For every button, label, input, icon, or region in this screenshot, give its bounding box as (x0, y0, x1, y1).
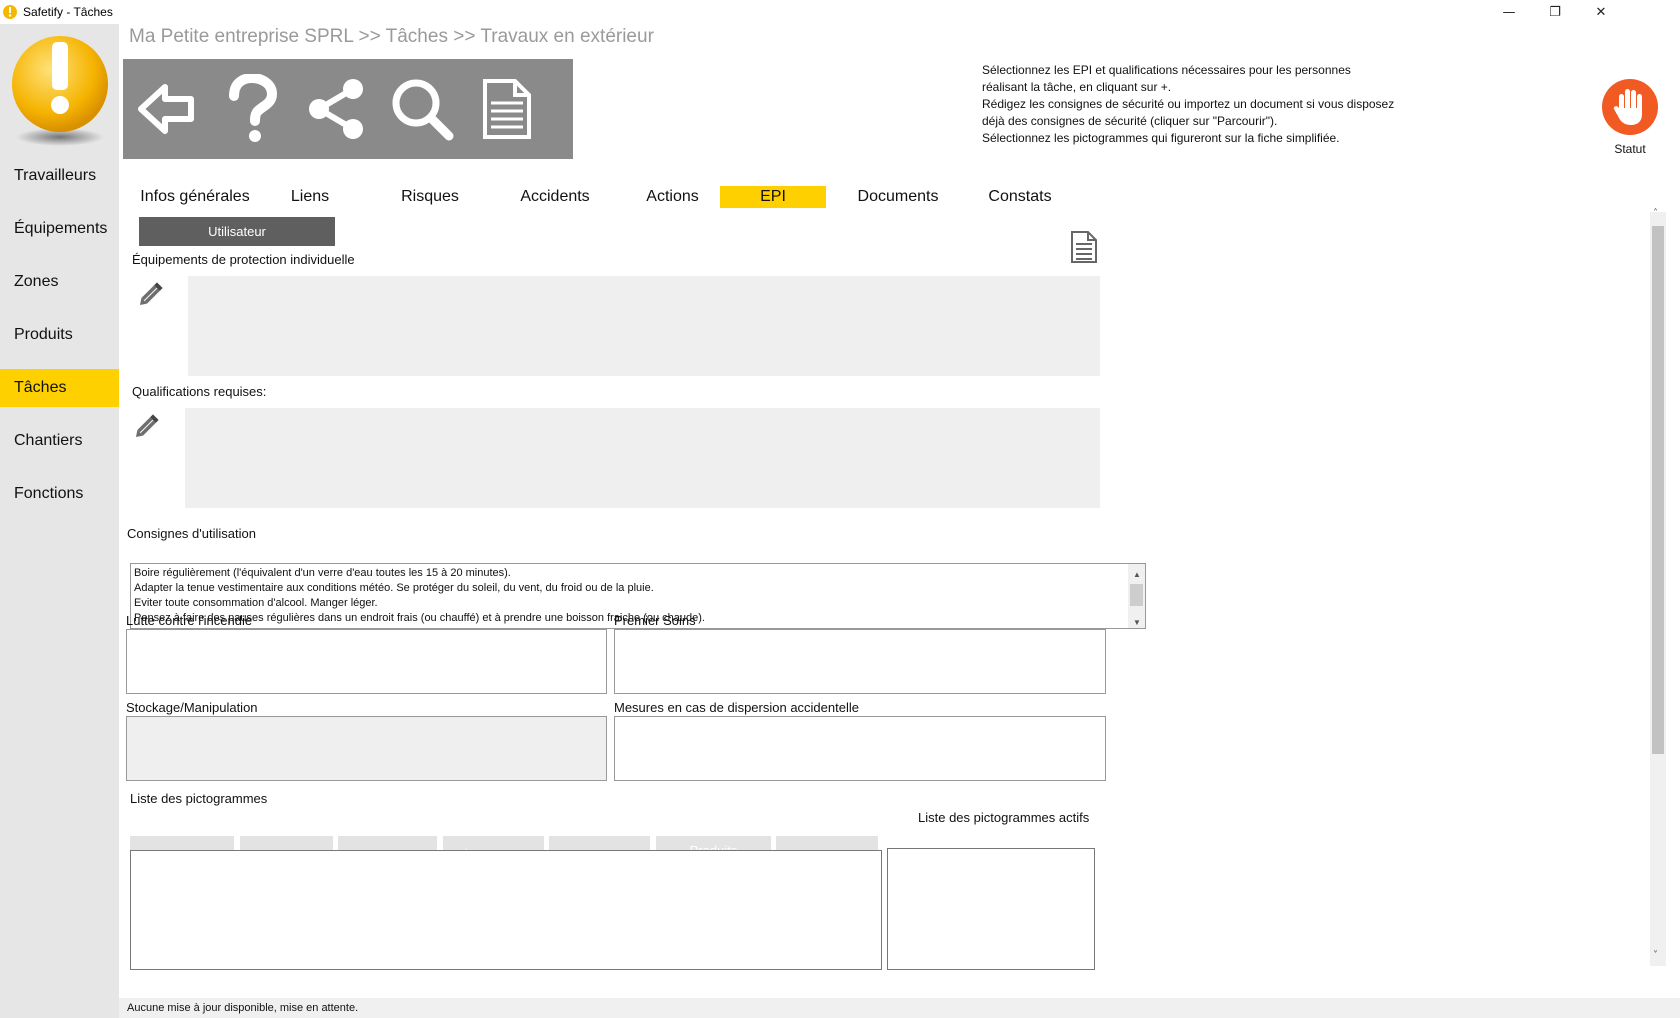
search-button[interactable] (382, 69, 462, 149)
scroll-thumb[interactable] (1130, 584, 1143, 606)
tab-infos-generales[interactable]: Infos générales (130, 186, 260, 208)
pencil-icon[interactable] (137, 278, 167, 308)
qualifications-label: Qualifications requises: (132, 384, 267, 399)
scroll-thumb[interactable] (1652, 226, 1664, 754)
scroll-down-icon[interactable]: ▼ (1133, 615, 1141, 628)
qualifications-list[interactable] (185, 408, 1100, 508)
scroll-up-icon[interactable]: ˄ (1653, 208, 1658, 219)
statut-control[interactable]: Statut (1595, 78, 1665, 156)
consignes-line: Boire régulièrement (l'équivalent d'un v… (134, 567, 511, 579)
lutte-field[interactable] (126, 629, 607, 694)
window-title: Safetify - Tâches (23, 5, 113, 19)
premiers-soins-field[interactable] (614, 629, 1106, 694)
tab-accidents[interactable]: Accidents (495, 186, 615, 208)
share-button[interactable] (297, 69, 377, 149)
premiers-soins-label: Premier Soins (614, 613, 696, 628)
restore-button[interactable]: ❐ (1532, 0, 1578, 24)
epi-label: Équipements de protection individuelle (132, 252, 355, 267)
instruction-line: réalisant la tâche, en cliquant sur +. (982, 80, 1172, 94)
document-icon[interactable] (1070, 230, 1098, 264)
pencil-icon[interactable] (133, 410, 163, 440)
pictos-list[interactable] (130, 850, 882, 970)
instruction-line: Rédigez les consignes de sécurité ou imp… (982, 97, 1395, 111)
share-icon (309, 79, 363, 139)
sidebar-item-chantiers[interactable]: Chantiers (0, 422, 119, 460)
subtab-utilisateur[interactable]: Utilisateur (139, 217, 335, 246)
tab-liens[interactable]: Liens (260, 186, 360, 208)
back-button[interactable] (127, 69, 207, 149)
instruction-line: Sélectionnez les EPI et qualifications n… (982, 63, 1351, 77)
tab-risques[interactable]: Risques (375, 186, 485, 208)
safetify-logo (12, 36, 108, 146)
stockage-label: Stockage/Manipulation (126, 700, 258, 715)
sidebar-item-fonctions[interactable]: Fonctions (0, 475, 119, 513)
app-icon (3, 5, 17, 19)
instruction-line: Sélectionnez les pictogrammes qui figure… (982, 131, 1340, 145)
consignes-scrollbar[interactable]: ▲ ▼ (1128, 564, 1145, 628)
toolbar (123, 59, 573, 159)
epi-list[interactable] (188, 276, 1100, 376)
search-icon (392, 79, 454, 141)
sidebar-item-taches[interactable]: Tâches (0, 369, 119, 407)
instruction-line: déjà des consignes de sécurité (cliquer … (982, 114, 1278, 128)
scroll-up-icon[interactable]: ▲ (1133, 567, 1141, 582)
lutte-label: Lutte contre l'incendie (126, 613, 253, 628)
tab-constats[interactable]: Constats (965, 186, 1075, 208)
scroll-down-icon[interactable]: ˅ (1653, 950, 1658, 961)
status-bar: Aucune mise à jour disponible, mise en a… (119, 998, 1680, 1018)
mesures-label: Mesures en cas de dispersion accidentell… (614, 700, 859, 715)
instructions-text: Sélectionnez les EPI et qualifications n… (982, 62, 1432, 147)
document-button[interactable] (467, 69, 547, 149)
tab-epi[interactable]: EPI (720, 186, 826, 208)
pictos-actifs-list[interactable] (887, 848, 1095, 970)
consignes-label: Consignes d'utilisation (127, 526, 256, 541)
mesures-field[interactable] (614, 716, 1106, 781)
tab-actions[interactable]: Actions (620, 186, 725, 208)
help-button[interactable] (212, 69, 292, 149)
minimize-button[interactable]: — (1486, 0, 1532, 24)
sidebar-item-produits[interactable]: Produits (0, 316, 119, 354)
stockage-field[interactable] (126, 716, 607, 781)
main-scrollbar[interactable]: ˄ ˅ (1650, 208, 1666, 966)
breadcrumb: Ma Petite entreprise SPRL >> Tâches >> T… (129, 26, 654, 47)
stop-hand-icon (1602, 79, 1658, 135)
sidebar-item-equipements[interactable]: Équipements (0, 210, 119, 248)
pictos-actifs-label: Liste des pictogrammes actifs (918, 810, 1090, 825)
sidebar-item-travailleurs[interactable]: Travailleurs (0, 157, 119, 195)
consignes-line: Adapter la tenue vestimentaire aux condi… (134, 582, 654, 594)
sidebar-item-zones[interactable]: Zones (0, 263, 119, 301)
document-icon (483, 79, 531, 139)
close-button[interactable]: ✕ (1578, 0, 1624, 24)
title-bar: Safetify - Tâches — ❐ ✕ (0, 0, 1680, 24)
back-icon (138, 84, 194, 134)
sidebar: Travailleurs Équipements Zones Produits … (0, 24, 119, 1018)
statut-label: Statut (1614, 142, 1646, 156)
help-icon (229, 74, 278, 142)
pictos-label: Liste des pictogrammes (130, 791, 268, 806)
consignes-line: Eviter toute consommation d'alcool. Mang… (134, 597, 378, 609)
tab-documents[interactable]: Documents (838, 186, 958, 208)
